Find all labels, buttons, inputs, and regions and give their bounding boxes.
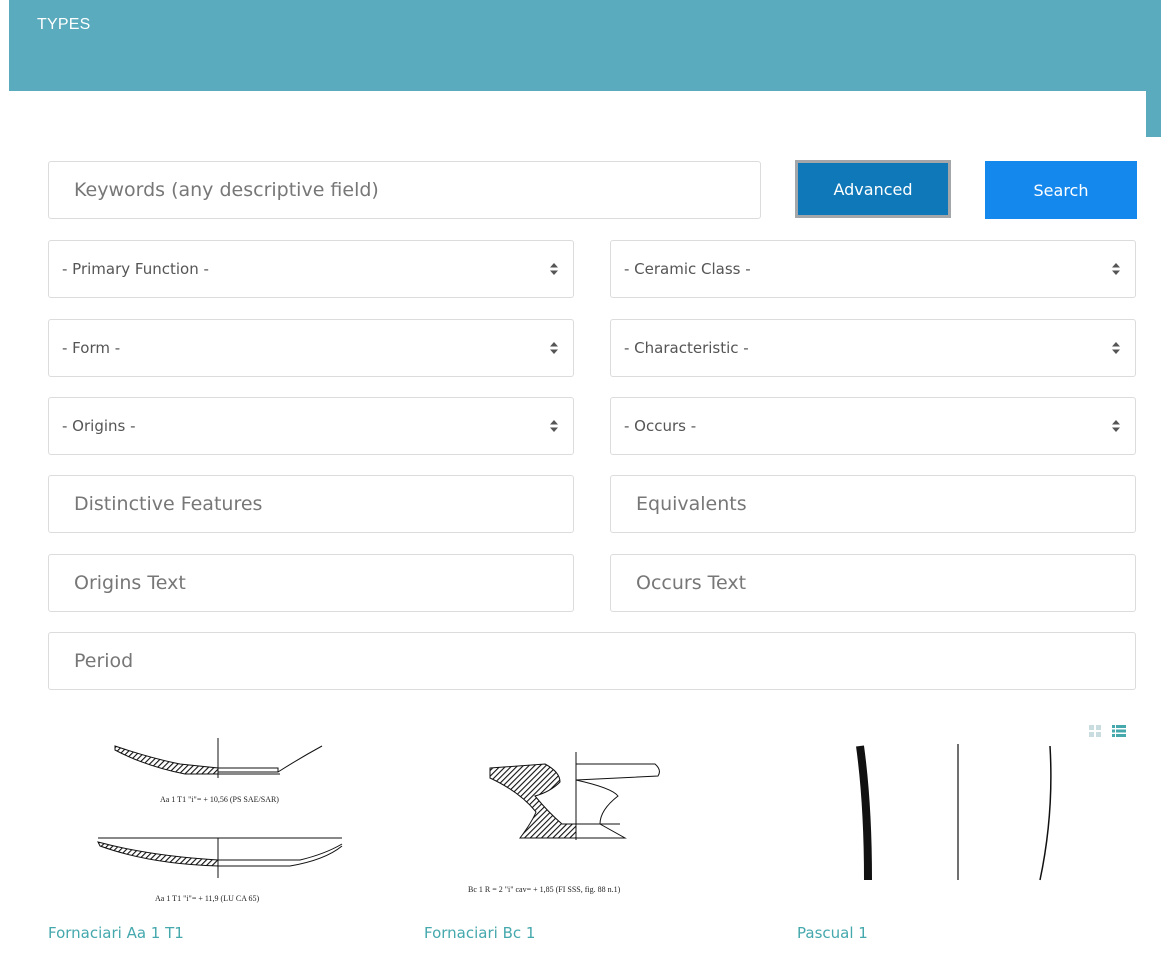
primary-function-value: - Primary Function - [62, 260, 209, 278]
occurs-text-placeholder: Occurs Text [636, 572, 747, 594]
equivalents-input[interactable]: Equivalents [610, 475, 1136, 533]
period-placeholder: Period [74, 650, 134, 672]
select-arrows-icon [550, 420, 558, 432]
select-arrows-icon [550, 263, 558, 275]
result-link-pascual-1[interactable]: Pascual 1 [797, 924, 868, 942]
grid-view-icon[interactable] [1088, 724, 1102, 738]
select-arrows-icon [1112, 263, 1120, 275]
search-button-label: Search [1033, 180, 1089, 200]
select-arrows-icon [550, 342, 558, 354]
equivalents-placeholder: Equivalents [636, 493, 747, 515]
origins-text-placeholder: Origins Text [74, 572, 186, 594]
period-input[interactable]: Period [48, 632, 1136, 690]
advanced-button[interactable]: Advanced [795, 160, 951, 218]
keywords-placeholder: Keywords (any descriptive field) [74, 179, 379, 201]
select-arrows-icon [1112, 420, 1120, 432]
ceramic-class-value: - Ceramic Class - [624, 260, 751, 278]
occurs-select[interactable]: - Occurs - [610, 397, 1136, 455]
result-caption: Aa 1 T1 "i"= + 11,9 (LU CA 65) [155, 894, 260, 903]
origins-text-input[interactable]: Origins Text [48, 554, 574, 612]
result-link-fornaciari-bc-1[interactable]: Fornaciari Bc 1 [424, 924, 535, 942]
result-thumbnail[interactable]: Bc 1 R = 2 "i" cav= + 1,85 (FI SSS, fig.… [440, 752, 720, 902]
result-caption: Bc 1 R = 2 "i" cav= + 1,85 (FI SSS, fig.… [468, 885, 621, 894]
origins-select[interactable]: - Origins - [48, 397, 574, 455]
result-thumbnail[interactable]: Aa 1 T1 "i"= + 10,56 (PS SAE/SAR) Aa 1 T… [90, 738, 360, 908]
result-thumbnail[interactable] [840, 744, 1070, 884]
occurs-text-input[interactable]: Occurs Text [610, 554, 1136, 612]
keywords-input[interactable]: Keywords (any descriptive field) [48, 161, 761, 219]
result-caption: Aa 1 T1 "i"= + 10,56 (PS SAE/SAR) [160, 795, 279, 804]
characteristic-select[interactable]: - Characteristic - [610, 319, 1136, 377]
distinctive-features-input[interactable]: Distinctive Features [48, 475, 574, 533]
view-toggle [1088, 724, 1126, 738]
header-inner-panel [9, 91, 1146, 137]
select-arrows-icon [1112, 342, 1120, 354]
occurs-value: - Occurs - [624, 417, 697, 435]
origins-value: - Origins - [62, 417, 136, 435]
characteristic-value: - Characteristic - [624, 339, 749, 357]
form-value: - Form - [62, 339, 121, 357]
result-link-fornaciari-aa-1-t1[interactable]: Fornaciari Aa 1 T1 [48, 924, 184, 942]
advanced-button-label: Advanced [833, 179, 913, 199]
form-select[interactable]: - Form - [48, 319, 574, 377]
list-view-icon[interactable] [1112, 724, 1126, 738]
distinctive-features-placeholder: Distinctive Features [74, 493, 263, 515]
primary-function-select[interactable]: - Primary Function - [48, 240, 574, 298]
search-button[interactable]: Search [985, 161, 1137, 219]
page-title: TYPES [37, 16, 91, 33]
ceramic-class-select[interactable]: - Ceramic Class - [610, 240, 1136, 298]
